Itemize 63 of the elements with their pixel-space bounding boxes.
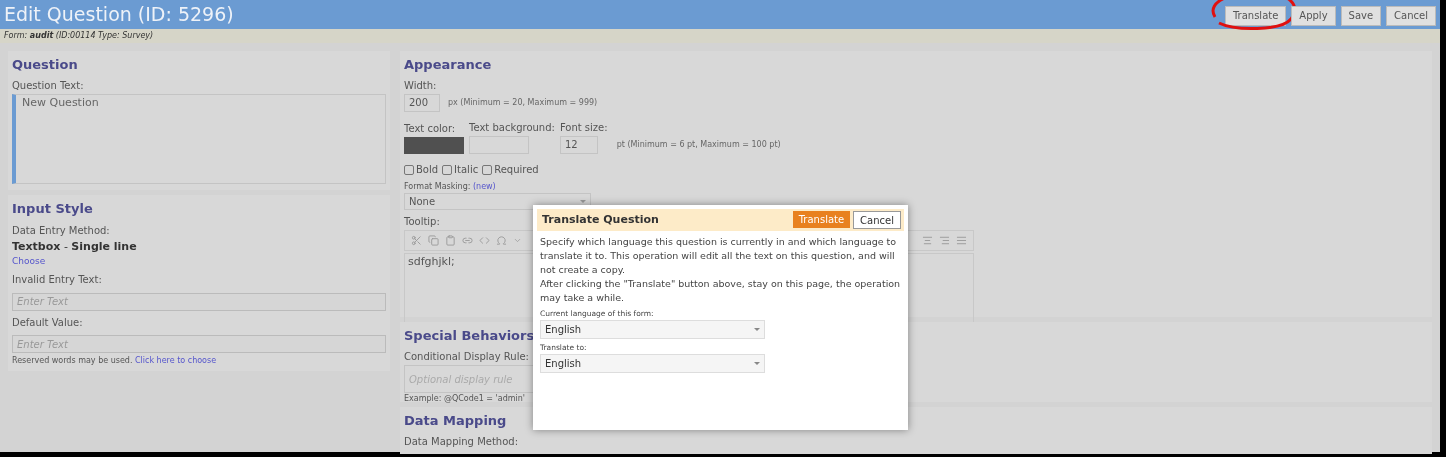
header-button[interactable]: Cancel xyxy=(1386,5,1436,26)
field-label: Font size: xyxy=(559,121,608,135)
choose-link[interactable]: Choose xyxy=(12,254,386,268)
align-right-icon[interactable] xyxy=(939,235,950,246)
section-heading: Data Mapping xyxy=(404,411,507,430)
copy-icon[interactable] xyxy=(428,235,439,246)
dropdown-arrow-icon xyxy=(754,362,760,365)
page-title: Edit Question (ID: 5296) xyxy=(4,2,234,27)
target-language-select[interactable]: English xyxy=(540,354,765,373)
field-label: Default Value: xyxy=(12,315,83,330)
form-info: Form: audit (ID:00114 Type: Survey) xyxy=(4,30,154,40)
clipboard-icon[interactable] xyxy=(445,235,456,246)
width-hint: px (Minimum = 20, Maximum = 999) xyxy=(448,97,598,109)
dropdown-arrow-icon xyxy=(754,328,760,331)
dialog-note: After clicking the "Translate" button above, stay on this page, the operation may take a while. xyxy=(540,277,901,305)
field-label: Data Entry Method: xyxy=(12,223,110,238)
field-label: Format Masking: xyxy=(404,182,471,191)
question-text-field[interactable]: New Question xyxy=(12,94,386,184)
checkbox-label: Bold xyxy=(416,163,439,177)
field-label: Question Text: xyxy=(12,79,84,93)
omega-icon[interactable] xyxy=(496,235,507,246)
dialog-title: Translate Question xyxy=(542,211,659,228)
section-heading: Question xyxy=(12,55,78,74)
choose-reserved-link[interactable]: Click here to choose xyxy=(135,355,217,365)
section-heading: Appearance xyxy=(404,55,492,74)
new-mask-link[interactable]: (new) xyxy=(472,182,496,191)
section-heading: Input Style xyxy=(12,200,93,218)
header-button[interactable]: Translate xyxy=(1224,5,1287,26)
field-label: Tooltip: xyxy=(404,215,440,229)
example-text: Example: @QCode1 = 'admin' xyxy=(404,393,527,405)
cut-icon[interactable] xyxy=(411,235,422,246)
method-type: Single line xyxy=(71,239,137,253)
width-field[interactable]: 200 xyxy=(404,94,440,112)
checkbox-label: Italic xyxy=(454,163,479,177)
field-label: Data Mapping Method: xyxy=(404,435,519,449)
checkbox[interactable] xyxy=(404,164,414,175)
current-language-select[interactable]: English xyxy=(540,320,765,339)
method-separator: - xyxy=(62,239,69,253)
field-label: Width: xyxy=(404,79,437,93)
header-button[interactable]: Save xyxy=(1340,5,1382,26)
section-heading: Special Behaviors xyxy=(404,326,535,345)
cancel-button[interactable]: Cancel xyxy=(853,211,901,229)
font-size-hint: pt (Minimum = 6 pt, Maximum = 100 pt) xyxy=(616,139,781,151)
align-justify-icon[interactable] xyxy=(956,235,967,246)
checkbox[interactable] xyxy=(482,164,493,175)
method-name: Textbox xyxy=(12,239,61,253)
checkbox-label: Required xyxy=(494,163,539,177)
code-icon[interactable] xyxy=(479,235,490,246)
align-center-icon[interactable] xyxy=(922,235,933,246)
field-label: Invalid Entry Text: xyxy=(12,273,102,287)
invalid-entry-field[interactable]: Enter Text xyxy=(12,292,386,311)
field-label: Conditional Display Rule: xyxy=(404,350,529,364)
default-value-field[interactable]: Enter Text xyxy=(12,335,386,353)
dialog-description: Specify which language this question is currently in and which language to translate it to. This operation will edit all the text on this question, and will not create a copy. xyxy=(540,235,898,277)
checkbox[interactable] xyxy=(442,164,453,175)
reserved-note: Reserved words may be used. xyxy=(12,355,133,365)
field-label: Text background: xyxy=(469,121,555,135)
font-size-field[interactable]: 12 xyxy=(559,136,598,154)
header-button[interactable]: Apply xyxy=(1291,5,1336,26)
caret-icon[interactable] xyxy=(513,236,522,245)
text-color-swatch[interactable] xyxy=(404,137,464,154)
link-icon[interactable] xyxy=(462,235,473,246)
field-label: Text color: xyxy=(404,122,456,136)
